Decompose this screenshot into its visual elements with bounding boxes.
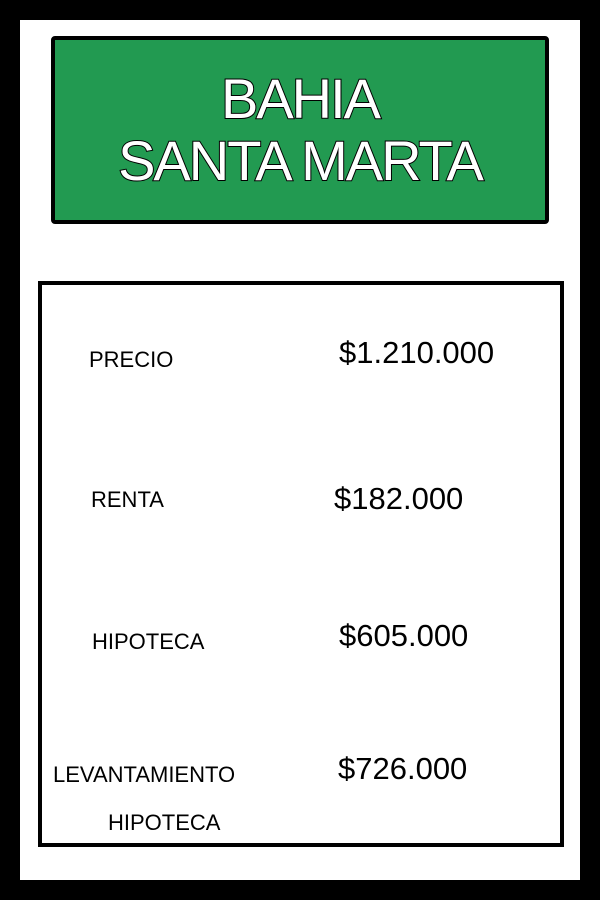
renta-value: $182.000 — [334, 481, 464, 516]
title-banner: BAHIA SANTA MARTA — [51, 36, 549, 224]
property-name-line-1: BAHIA — [220, 67, 382, 131]
hipoteca-label: HIPOTECA — [92, 629, 205, 654]
precio-value: $1.210.000 — [339, 335, 495, 370]
property-name-line-2: SANTA MARTA — [117, 129, 485, 193]
precio-label: PRECIO — [89, 347, 174, 372]
price-table: PRECIO $1.210.000 RENTA $182.000 HIPOTEC… — [38, 281, 564, 847]
hipoteca-value: $605.000 — [339, 618, 469, 653]
levantamiento-label-line-2: HIPOTECA — [108, 810, 221, 835]
property-card: BAHIA SANTA MARTA PRECIO $1.210.000 RENT… — [0, 0, 600, 900]
renta-label: RENTA — [91, 487, 164, 512]
levantamiento-label-line-1: LEVANTAMIENTO — [53, 762, 236, 787]
levantamiento-value: $726.000 — [338, 751, 468, 786]
